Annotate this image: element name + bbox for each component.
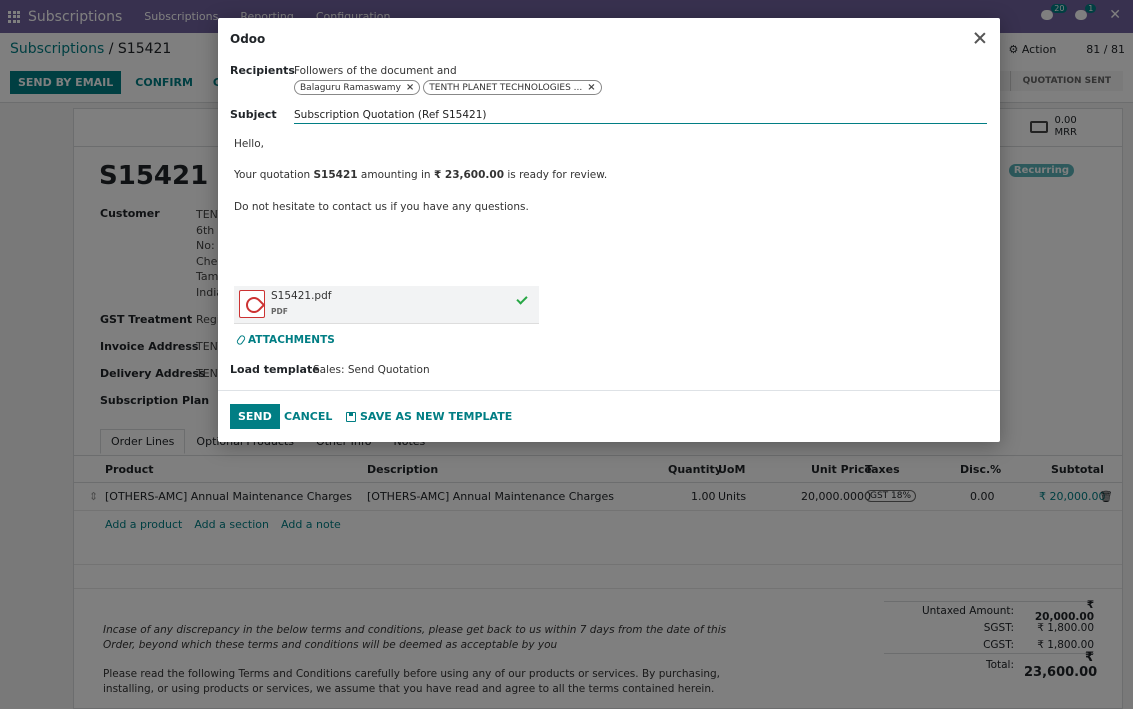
attachment-card[interactable]: S15421.pdf PDF bbox=[234, 286, 539, 324]
recipient-tags-field[interactable]: Balaguru Ramaswamy × TENTH PLANET TECHNOL… bbox=[294, 80, 602, 95]
recipients-label: Recipients bbox=[230, 64, 295, 77]
send-button[interactable]: SEND bbox=[230, 404, 280, 429]
template-select[interactable]: Sales: Send Quotation bbox=[313, 364, 430, 376]
body-text: Your quotation bbox=[234, 169, 314, 181]
attachments-button[interactable]: ATTACHMENTS bbox=[235, 334, 335, 346]
quotation-amount: ₹ 23,600.00 bbox=[433, 169, 505, 181]
remove-tag-icon[interactable]: × bbox=[587, 82, 595, 93]
check-icon bbox=[516, 293, 528, 305]
body-text: amounting in bbox=[357, 169, 434, 181]
save-template-button[interactable]: SAVE AS NEW TEMPLATE bbox=[346, 410, 512, 423]
cancel-button[interactable]: CANCEL bbox=[284, 410, 332, 423]
recipient-tag[interactable]: Balaguru Ramaswamy × bbox=[294, 80, 421, 95]
email-body-line[interactable]: Do not hesitate to contact us if you hav… bbox=[234, 201, 529, 213]
save-template-label: SAVE AS NEW TEMPLATE bbox=[360, 410, 513, 423]
remove-tag-icon[interactable]: × bbox=[406, 82, 414, 93]
paperclip-icon bbox=[235, 334, 247, 346]
recipients-followers-text: Followers of the document and bbox=[294, 65, 457, 77]
dialog-footer: SEND CANCEL SAVE AS NEW TEMPLATE bbox=[218, 390, 1000, 442]
recipient-tag-label: Balaguru Ramaswamy bbox=[300, 82, 401, 93]
body-text: is ready for review. bbox=[504, 169, 608, 181]
attachments-label: ATTACHMENTS bbox=[248, 334, 335, 346]
quotation-ref: S15421 bbox=[313, 169, 358, 181]
dialog-header: Odoo bbox=[218, 18, 1000, 62]
attachment-type: PDF bbox=[271, 307, 288, 316]
pdf-icon bbox=[239, 290, 265, 318]
subject-input[interactable] bbox=[294, 107, 987, 124]
recipient-tag-label: TENTH PLANET TECHNOLOGIES ... bbox=[429, 82, 583, 93]
email-body-line[interactable]: Your quotation S15421 amounting in ₹ 23,… bbox=[234, 169, 607, 181]
load-template-label: Load template bbox=[230, 363, 320, 376]
attachment-name: S15421.pdf bbox=[271, 290, 332, 302]
recipient-tag[interactable]: TENTH PLANET TECHNOLOGIES ... × bbox=[423, 80, 602, 95]
close-icon[interactable] bbox=[972, 30, 988, 46]
email-greeting[interactable]: Hello, bbox=[234, 138, 264, 150]
subject-label: Subject bbox=[230, 108, 277, 121]
send-email-dialog: Odoo Recipients Followers of the documen… bbox=[218, 18, 1000, 442]
dialog-title: Odoo bbox=[230, 32, 266, 46]
floppy-disk-icon bbox=[346, 411, 356, 422]
